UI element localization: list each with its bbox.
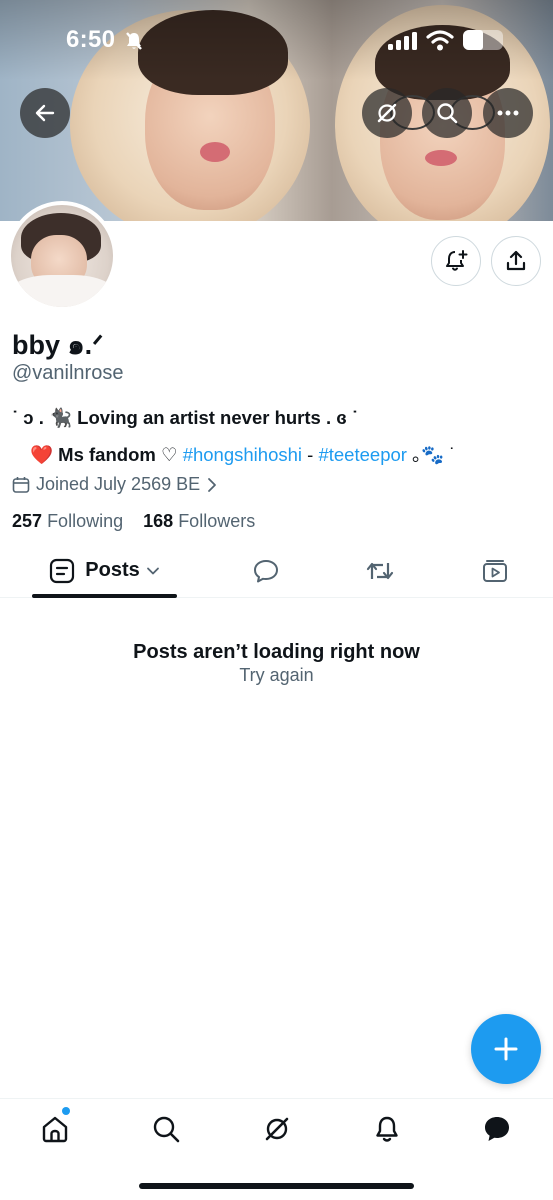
followers-label: Followers bbox=[178, 511, 256, 531]
chevron-down-icon bbox=[146, 567, 159, 574]
home-icon bbox=[42, 1116, 68, 1143]
back-button[interactable] bbox=[20, 88, 70, 138]
status-time: 6:50 bbox=[66, 26, 116, 53]
banner-lips-left bbox=[200, 142, 230, 162]
calendar-icon bbox=[12, 476, 30, 493]
active-tab-indicator bbox=[32, 594, 177, 598]
wifi-icon bbox=[426, 30, 454, 51]
bell-slash-icon bbox=[126, 32, 142, 50]
chat-icon bbox=[485, 1117, 509, 1141]
nav-notifications[interactable] bbox=[362, 1109, 412, 1149]
avatar-pillow bbox=[11, 275, 113, 307]
bio-hashtag-link-1[interactable]: #hongshihoshi bbox=[183, 444, 302, 465]
joined-date[interactable]: Joined July 2569 BE bbox=[12, 474, 218, 495]
share-icon bbox=[506, 250, 526, 271]
bio-separator: - bbox=[302, 444, 319, 465]
handle: @vanilnrose bbox=[12, 362, 124, 384]
empty-state-title: Posts aren’t loading right now bbox=[133, 641, 420, 663]
nav-home[interactable] bbox=[30, 1109, 80, 1149]
plus-icon bbox=[494, 1037, 518, 1061]
notify-button[interactable] bbox=[431, 236, 481, 286]
profile-tabs: Posts bbox=[0, 543, 553, 598]
nav-grok[interactable] bbox=[252, 1109, 302, 1149]
search-icon bbox=[153, 1116, 180, 1143]
search-icon bbox=[437, 103, 458, 124]
bio-line-1-text: ˙ ɔ . 🐈‍⬛ Loving an artist never hurts .… bbox=[12, 407, 359, 428]
nav-messages[interactable] bbox=[472, 1109, 522, 1149]
more-button[interactable] bbox=[483, 88, 533, 138]
try-again-link[interactable]: Try again bbox=[0, 665, 553, 686]
banner-lips-right bbox=[425, 150, 457, 166]
tab-replies[interactable] bbox=[241, 543, 291, 598]
bio-line-1: ˙ ɔ . 🐈‍⬛ Loving an artist never hurts .… bbox=[12, 407, 358, 429]
signal-icon bbox=[388, 32, 417, 50]
share-button[interactable] bbox=[491, 236, 541, 286]
posts-icon bbox=[50, 558, 75, 583]
battery-icon bbox=[463, 30, 503, 50]
chevron-right-icon bbox=[208, 477, 217, 492]
followers-count: 168 bbox=[143, 511, 174, 531]
following-count: 257 bbox=[12, 511, 43, 531]
compose-button[interactable] bbox=[471, 1014, 541, 1084]
search-button[interactable] bbox=[422, 88, 472, 138]
grok-button[interactable] bbox=[362, 88, 412, 138]
followers-link[interactable]: 168 Followers bbox=[143, 511, 255, 531]
bio-line-2-suffix: ｡🐾 ˙ bbox=[406, 444, 456, 465]
following-label: Following bbox=[47, 511, 124, 531]
speech-bubble-icon bbox=[254, 559, 278, 582]
repost-icon bbox=[366, 562, 394, 579]
bottom-nav bbox=[0, 1098, 553, 1156]
bell-icon bbox=[376, 1116, 398, 1142]
bio-hashtag-link-2[interactable]: #teeteepor bbox=[318, 444, 406, 465]
tab-posts[interactable]: Posts bbox=[32, 543, 177, 598]
home-indicator bbox=[139, 1183, 414, 1189]
home-unread-dot bbox=[62, 1107, 70, 1115]
joined-label: Joined July 2569 BE bbox=[36, 474, 201, 494]
grok-icon bbox=[377, 103, 397, 123]
profile-avatar[interactable] bbox=[7, 201, 117, 311]
following-link[interactable]: 257 Following bbox=[12, 511, 123, 531]
media-icon bbox=[483, 559, 507, 582]
bio-line-2-prefix: ❤️ Ms fandom ♡ bbox=[30, 444, 183, 465]
tab-media[interactable] bbox=[470, 543, 520, 598]
arrow-left-icon bbox=[35, 104, 55, 122]
follow-stats: 257 Following 168 Followers bbox=[12, 511, 255, 532]
bell-plus-icon bbox=[446, 250, 468, 271]
nav-explore[interactable] bbox=[141, 1109, 191, 1149]
tab-reposts[interactable] bbox=[355, 543, 405, 598]
more-icon bbox=[497, 110, 519, 116]
bio-line-2: ❤️ Ms fandom ♡ #hongshihoshi - #teeteepo… bbox=[30, 441, 456, 467]
tab-posts-label: Posts bbox=[85, 559, 140, 581]
display-name: bby ๑.ᐟ bbox=[12, 330, 104, 360]
grok-icon bbox=[265, 1117, 289, 1141]
